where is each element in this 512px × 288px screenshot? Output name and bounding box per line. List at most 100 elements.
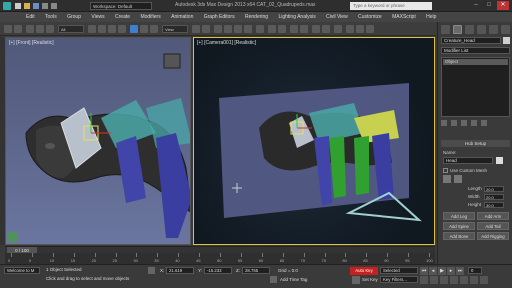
select-by-name-icon[interactable] xyxy=(98,25,106,33)
selection-filter-dropdown[interactable]: All xyxy=(58,25,84,33)
hub-name-field[interactable]: Head xyxy=(443,157,493,164)
open-icon[interactable] xyxy=(24,3,30,9)
stack-item-object[interactable]: Object xyxy=(443,59,508,65)
hub-setup-rollout[interactable]: Hub Setup xyxy=(441,140,510,147)
camera-viewport[interactable]: [+] [Camera001] [Realistic] xyxy=(193,37,435,245)
undo-icon[interactable] xyxy=(4,25,12,33)
add-leg-button[interactable]: Add Leg xyxy=(443,212,475,220)
modifier-list-dropdown[interactable]: Modifier List xyxy=(441,47,510,54)
go-to-start-icon[interactable]: ⏮ xyxy=(420,267,428,275)
auto-key-button[interactable]: Auto Key xyxy=(350,267,378,275)
reference-coordinate-dropdown[interactable]: View xyxy=(162,25,188,33)
zoom-extents-icon[interactable] xyxy=(440,276,448,284)
manipulate-icon[interactable] xyxy=(202,25,210,33)
redo-icon[interactable] xyxy=(14,25,22,33)
object-name-field[interactable]: Creature_Head xyxy=(441,37,501,44)
set-key-icon[interactable] xyxy=(352,276,360,284)
save-icon[interactable] xyxy=(33,3,39,9)
link-icon[interactable] xyxy=(26,25,34,33)
unlink-icon[interactable] xyxy=(36,25,44,33)
hierarchy-tab-icon[interactable] xyxy=(465,25,474,34)
zoom-icon[interactable] xyxy=(420,276,428,284)
configure-sets-icon[interactable] xyxy=(481,120,487,126)
menu-civil-view[interactable]: Civil View xyxy=(326,12,348,22)
menu-tools[interactable]: Tools xyxy=(45,12,57,22)
maximize-button[interactable]: □ xyxy=(483,1,495,10)
display-tab-icon[interactable] xyxy=(489,25,498,34)
previous-frame-icon[interactable]: ◂ xyxy=(429,267,437,275)
menu-group[interactable]: Group xyxy=(67,12,81,22)
select-object-icon[interactable] xyxy=(88,25,96,33)
new-icon[interactable] xyxy=(15,3,21,9)
add-arm-button[interactable]: Add Arm xyxy=(477,212,509,220)
menu-lighting-analysis[interactable]: Lighting Analysis xyxy=(278,12,315,22)
align-icon[interactable] xyxy=(278,25,286,33)
workspace-dropdown[interactable]: Workspace: Default xyxy=(90,2,152,10)
hub-color-swatch[interactable] xyxy=(496,157,503,164)
menu-edit[interactable]: Edit xyxy=(26,12,35,22)
redo-icon[interactable] xyxy=(51,3,57,9)
select-scale-icon[interactable] xyxy=(150,25,158,33)
spinner-snap-icon[interactable] xyxy=(244,25,252,33)
app-logo-icon[interactable] xyxy=(3,2,11,10)
lock-selection-icon[interactable] xyxy=(148,267,155,274)
select-rotate-icon[interactable] xyxy=(140,25,148,33)
named-selection-icon[interactable] xyxy=(256,25,264,33)
length-spinner[interactable]: 20.0 xyxy=(484,186,504,192)
menu-animation[interactable]: Animation xyxy=(171,12,193,22)
menu-help[interactable]: Help xyxy=(426,12,436,22)
render-setup-icon[interactable] xyxy=(346,25,354,33)
layer-manager-icon[interactable] xyxy=(290,25,298,33)
schematic-view-icon[interactable] xyxy=(322,25,330,33)
add-bone-button[interactable]: Add Bone xyxy=(443,232,475,240)
render-production-icon[interactable] xyxy=(366,25,374,33)
menu-create[interactable]: Create xyxy=(115,12,130,22)
search-input[interactable]: Type a keyword or phrase xyxy=(350,2,432,10)
rendered-frame-window-icon[interactable] xyxy=(356,25,364,33)
y-coordinate-field[interactable]: -15.233 xyxy=(204,267,232,274)
mirror-icon[interactable] xyxy=(268,25,276,33)
menu-modifiers[interactable]: Modifiers xyxy=(140,12,160,22)
utilities-tab-icon[interactable] xyxy=(501,25,510,34)
viewport-label[interactable]: [+] [Front] [Realistic] xyxy=(9,40,54,46)
make-unique-icon[interactable] xyxy=(461,120,467,126)
selected-dropdown[interactable]: Selected xyxy=(380,267,418,274)
next-frame-icon[interactable]: ▸ xyxy=(447,267,455,275)
undo-icon[interactable] xyxy=(42,3,48,9)
add-spine-button[interactable]: Add Spine xyxy=(443,222,475,230)
set-key-label[interactable]: Set Key xyxy=(362,277,378,282)
viewport-label[interactable]: [+] [Camera001] [Realistic] xyxy=(197,40,256,46)
modifier-stack[interactable]: Object xyxy=(441,57,510,117)
percent-snap-icon[interactable] xyxy=(234,25,242,33)
pick-mesh-icon[interactable] xyxy=(443,175,451,183)
play-icon[interactable]: ▶ xyxy=(438,267,446,275)
modify-tab-icon[interactable] xyxy=(453,25,462,34)
add-tail-button[interactable]: Add Tail xyxy=(477,222,509,230)
bind-space-warp-icon[interactable] xyxy=(46,25,54,33)
maxscript-listener[interactable]: Welcome to M xyxy=(4,267,40,274)
track-bar[interactable]: 0 5 10 15 20 25 30 35 40 45 50 55 60 65 70 75 80 85 90 95 10… xyxy=(5,253,435,264)
minimize-button[interactable]: – xyxy=(470,1,482,10)
curve-editor-icon[interactable] xyxy=(312,25,320,33)
close-button[interactable]: ✕ xyxy=(497,1,509,10)
graphite-tools-icon[interactable] xyxy=(300,25,308,33)
add-rigging-button[interactable]: Add Rigging xyxy=(477,232,509,240)
z-coordinate-field[interactable]: 28.755 xyxy=(242,267,270,274)
menu-rendering[interactable]: Rendering xyxy=(245,12,268,22)
orbit-icon[interactable] xyxy=(470,276,478,284)
zoom-all-icon[interactable] xyxy=(430,276,438,284)
menu-views[interactable]: Views xyxy=(91,12,104,22)
current-frame-field[interactable]: 0 xyxy=(468,267,482,274)
time-tag-icon[interactable] xyxy=(270,276,277,283)
menu-graph-editors[interactable]: Graph Editors xyxy=(204,12,235,22)
field-of-view-icon[interactable] xyxy=(450,276,458,284)
add-time-tag[interactable]: Add Time Tag xyxy=(280,277,307,282)
show-end-result-icon[interactable] xyxy=(451,120,457,126)
go-to-end-icon[interactable]: ⏭ xyxy=(456,267,464,275)
selection-region-icon[interactable] xyxy=(108,25,116,33)
width-spinner[interactable]: 20.0 xyxy=(484,194,504,200)
menu-maxscript[interactable]: MAXScript xyxy=(392,12,416,22)
clear-mesh-icon[interactable] xyxy=(454,175,462,183)
pivot-center-icon[interactable] xyxy=(192,25,200,33)
x-coordinate-field[interactable]: 21.619 xyxy=(166,267,194,274)
